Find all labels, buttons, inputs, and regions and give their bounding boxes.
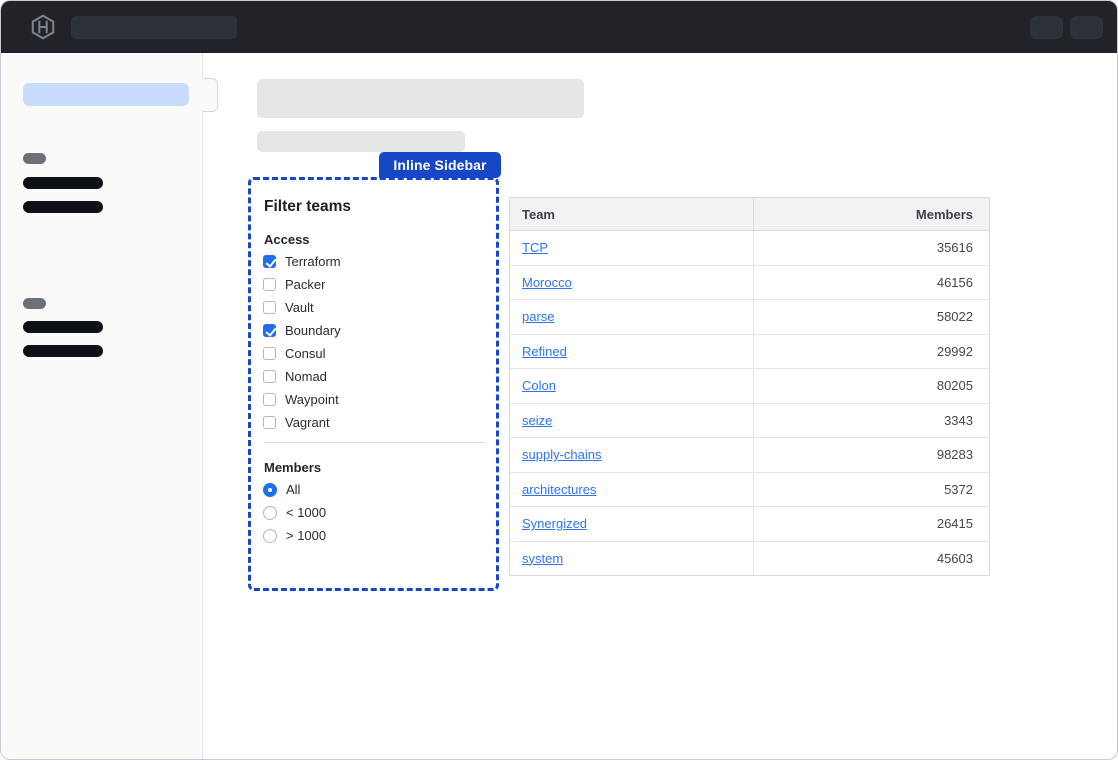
sidebar-link-placeholder[interactable] [23, 345, 103, 357]
radio-row-all[interactable]: All [263, 478, 326, 501]
page-subtitle-placeholder [257, 131, 465, 152]
members-count: 3343 [754, 403, 990, 438]
checkbox-row-terraform[interactable]: Terraform [263, 250, 341, 273]
checkbox-label: Waypoint [285, 392, 339, 407]
nav-button-placeholder-1[interactable] [1030, 16, 1063, 39]
checkbox-row-consul[interactable]: Consul [263, 342, 341, 365]
members-radio-group: All < 1000 > 1000 [263, 478, 326, 547]
members-count: 98283 [754, 438, 990, 473]
members-group-label: Members [264, 460, 321, 475]
team-link[interactable]: parse [522, 309, 555, 324]
team-link[interactable]: architectures [522, 482, 596, 497]
table-row: Colon 80205 [510, 369, 990, 404]
team-link[interactable]: supply-chains [522, 447, 602, 462]
sidebar-active-item-placeholder[interactable] [23, 83, 189, 106]
checkbox[interactable] [263, 301, 276, 314]
team-link[interactable]: Colon [522, 378, 556, 393]
sidebar-collapse-handle[interactable] [202, 78, 218, 112]
checkbox[interactable] [263, 278, 276, 291]
radio-label: All [286, 482, 300, 497]
checkbox-label: Consul [285, 346, 325, 361]
access-group-label: Access [264, 232, 310, 247]
checkbox-label: Packer [285, 277, 325, 292]
checkbox-row-vault[interactable]: Vault [263, 296, 341, 319]
column-header-team: Team [510, 198, 754, 231]
column-header-members: Members [754, 198, 990, 231]
checkbox-label: Vagrant [285, 415, 330, 430]
checkbox-label: Nomad [285, 369, 327, 384]
checkbox-row-nomad[interactable]: Nomad [263, 365, 341, 388]
members-count: 46156 [754, 265, 990, 300]
sidebar-section-label-placeholder [23, 298, 46, 309]
table-row: TCP 35616 [510, 231, 990, 266]
members-count: 45603 [754, 541, 990, 576]
table-row: Synergized 26415 [510, 507, 990, 542]
checkbox[interactable] [263, 255, 276, 268]
sidebar-link-placeholder[interactable] [23, 321, 103, 333]
team-link[interactable]: Refined [522, 344, 567, 359]
filter-panel-divider [264, 442, 485, 443]
team-link[interactable]: TCP [522, 240, 548, 255]
table-row: Refined 29992 [510, 334, 990, 369]
radio-row-lt-1000[interactable]: < 1000 [263, 501, 326, 524]
checkbox[interactable] [263, 324, 276, 337]
team-link[interactable]: system [522, 551, 563, 566]
sidebar-link-placeholder[interactable] [23, 177, 103, 189]
table-row: Morocco 46156 [510, 265, 990, 300]
table-row: architectures 5372 [510, 472, 990, 507]
members-count: 29992 [754, 334, 990, 369]
table-row: system 45603 [510, 541, 990, 576]
team-link[interactable]: seize [522, 413, 552, 428]
app-window: Inline Sidebar Filter teams Access Terra… [0, 0, 1118, 760]
checkbox-row-boundary[interactable]: Boundary [263, 319, 341, 342]
table-row: seize 3343 [510, 403, 990, 438]
checkbox-label: Terraform [285, 254, 341, 269]
access-checkbox-group: Terraform Packer Vault Boundary Consul N… [263, 250, 341, 434]
nav-actions [1030, 16, 1103, 39]
team-link[interactable]: Morocco [522, 275, 572, 290]
radio-button[interactable] [263, 529, 277, 543]
table-row: parse 58022 [510, 300, 990, 335]
radio-label: < 1000 [286, 505, 326, 520]
members-count: 35616 [754, 231, 990, 266]
hashicorp-logo-icon [30, 14, 56, 40]
top-navbar [1, 1, 1117, 53]
checkbox[interactable] [263, 416, 276, 429]
checkbox[interactable] [263, 370, 276, 383]
app-sidebar [1, 53, 203, 759]
members-count: 58022 [754, 300, 990, 335]
members-count: 26415 [754, 507, 990, 542]
team-link[interactable]: Synergized [522, 516, 587, 531]
inline-sidebar-annotation-badge: Inline Sidebar [379, 152, 501, 178]
radio-label: > 1000 [286, 528, 326, 543]
page-title-placeholder [257, 79, 584, 118]
nav-search-placeholder[interactable] [71, 16, 237, 39]
members-count: 5372 [754, 472, 990, 507]
table-header-row: Team Members [510, 198, 990, 231]
filter-panel-title: Filter teams [264, 198, 351, 216]
checkbox-row-waypoint[interactable]: Waypoint [263, 388, 341, 411]
members-count: 80205 [754, 369, 990, 404]
checkbox-row-packer[interactable]: Packer [263, 273, 341, 296]
nav-button-placeholder-2[interactable] [1070, 16, 1103, 39]
radio-button[interactable] [263, 506, 277, 520]
checkbox-label: Vault [285, 300, 314, 315]
teams-table: Team Members TCP 35616 Morocco 46156 par… [509, 197, 990, 576]
radio-row-gt-1000[interactable]: > 1000 [263, 524, 326, 547]
radio-button[interactable] [263, 483, 277, 497]
checkbox[interactable] [263, 393, 276, 406]
table-row: supply-chains 98283 [510, 438, 990, 473]
sidebar-section-label-placeholder [23, 153, 46, 164]
checkbox[interactable] [263, 347, 276, 360]
sidebar-link-placeholder[interactable] [23, 201, 103, 213]
checkbox-row-vagrant[interactable]: Vagrant [263, 411, 341, 434]
checkbox-label: Boundary [285, 323, 341, 338]
